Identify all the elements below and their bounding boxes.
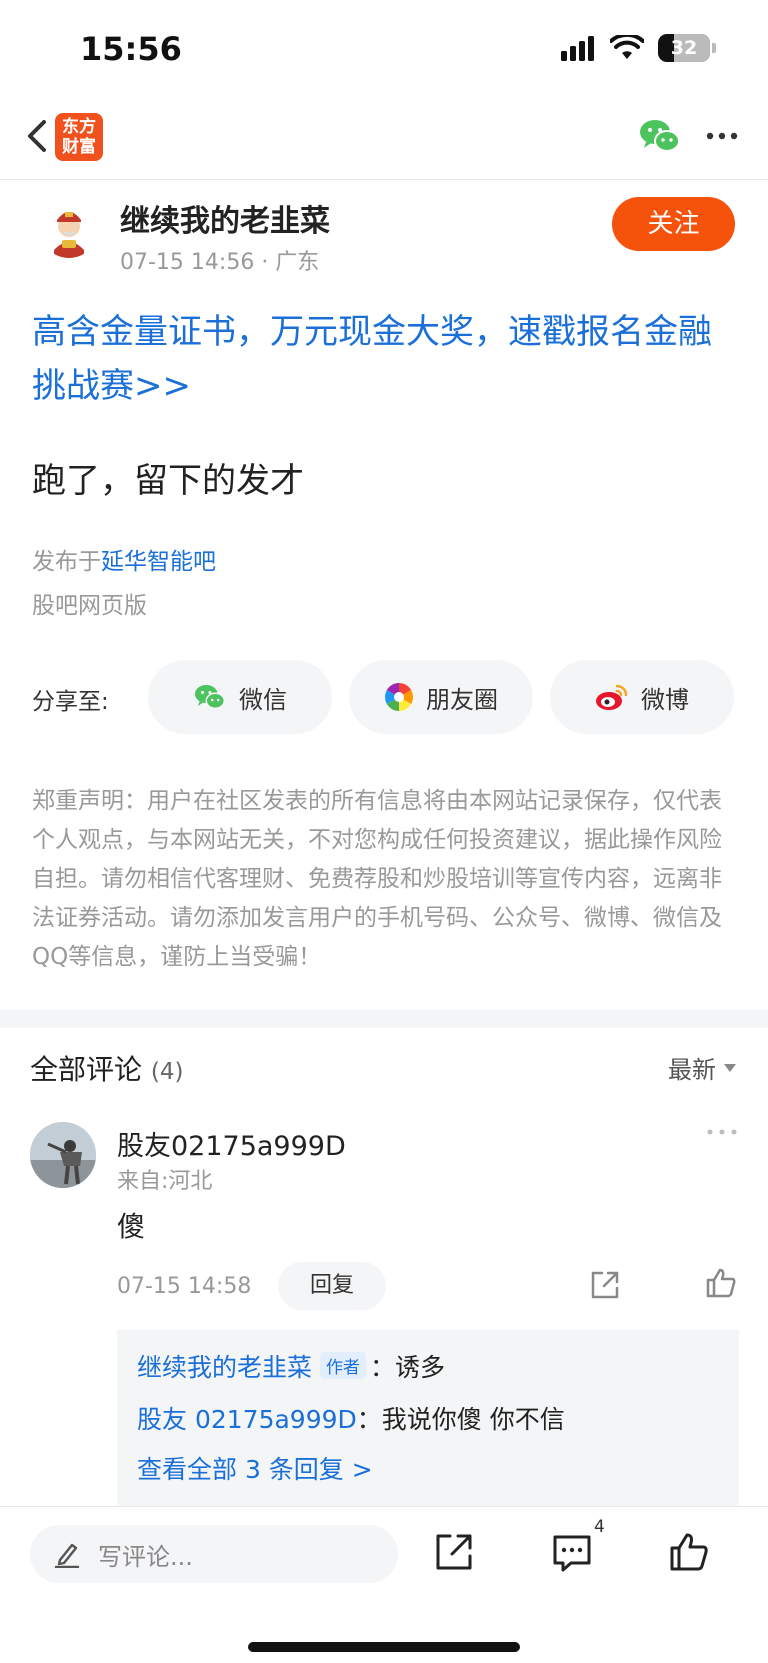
- reply-text: 诱多: [395, 1353, 446, 1382]
- home-indicator: [248, 1642, 520, 1652]
- comment-item: 股友02175a999D 来自:河北 傻 07-15 14:58 回复 继续我的…: [0, 1110, 768, 1530]
- thumbs-up-icon[interactable]: [704, 1266, 738, 1300]
- bottom-bar: 写评论... 4: [0, 1506, 768, 1663]
- battery-level: 32: [670, 37, 698, 59]
- promo-link[interactable]: 高含金量证书，万元现金大奖，速戳报名金融挑战赛>>: [32, 305, 742, 413]
- user-avatar[interactable]: [30, 1122, 96, 1188]
- author-row: 继续我的老韭菜 07-15 14:56 · 广东 关注: [0, 180, 768, 280]
- app-logo[interactable]: 东方 财富: [55, 113, 103, 161]
- reply-author-name[interactable]: 股友 02175a999D: [137, 1405, 357, 1434]
- author-avatar[interactable]: [40, 200, 98, 258]
- sort-label: 最新: [668, 1056, 716, 1084]
- reply-separator: ：: [356, 1405, 382, 1434]
- share-moments-label: 朋友圈: [426, 685, 498, 714]
- section-divider: [0, 1010, 768, 1028]
- post-meta: 07-15 14:56 · 广东: [120, 250, 320, 275]
- share-moments-button[interactable]: 朋友圈: [349, 660, 533, 734]
- share-icon[interactable]: [588, 1268, 622, 1302]
- sort-dropdown[interactable]: 最新: [668, 1050, 736, 1085]
- caret-down-icon: [724, 1063, 736, 1072]
- wechat-share-icon[interactable]: [638, 116, 682, 156]
- comment-icon[interactable]: [551, 1531, 593, 1573]
- share-weibo-label: 微博: [641, 685, 689, 714]
- wifi-icon: [610, 35, 644, 59]
- web-version-link[interactable]: 股吧网页版: [32, 586, 147, 620]
- share-wechat-button[interactable]: 微信: [148, 660, 332, 734]
- reply-line[interactable]: 股友 02175a999D：我说你傻 你不信: [137, 1400, 565, 1436]
- post-body: 跑了，留下的发才: [32, 461, 304, 501]
- back-icon[interactable]: [18, 114, 58, 158]
- comment-count-badge: 4: [594, 1517, 605, 1537]
- status-time: 15:56: [80, 30, 182, 68]
- like-icon[interactable]: [668, 1531, 710, 1573]
- forward-share-icon[interactable]: [433, 1531, 475, 1573]
- author-name[interactable]: 继续我的老韭菜: [120, 196, 330, 240]
- reply-button[interactable]: 回复: [278, 1262, 386, 1310]
- reply-separator: ：: [370, 1353, 396, 1382]
- comment-text: 傻: [117, 1210, 146, 1243]
- comments-title-text: 全部评论: [30, 1053, 143, 1086]
- nav-bar: 东方 财富: [0, 100, 768, 180]
- author-tag: 作者: [320, 1352, 367, 1379]
- replies-box: 继续我的老韭菜 作者 ：诱多 股友 02175a999D：我说你傻 你不信 查看全部…: [117, 1330, 739, 1530]
- published-in: 发布于延华智能吧: [32, 542, 216, 576]
- disclaimer: 郑重声明：用户在社区发表的所有信息将由本网站记录保存，仅代表个人观点，与本网站无…: [32, 788, 722, 970]
- weibo-icon: [596, 684, 628, 710]
- comment-input[interactable]: 写评论...: [30, 1525, 398, 1583]
- share-wechat-label: 微信: [239, 685, 287, 714]
- wechat-icon: [195, 685, 225, 709]
- status-bar: 15:56 32: [0, 0, 768, 100]
- reply-author-name[interactable]: 继续我的老韭菜: [137, 1353, 312, 1382]
- published-prefix: 发布于: [32, 549, 101, 575]
- comment-user-name[interactable]: 股友02175a999D: [117, 1124, 346, 1163]
- view-all-replies-link[interactable]: 查看全部 3 条回复 >: [137, 1450, 373, 1486]
- reply-text: 我说你傻 你不信: [381, 1405, 565, 1434]
- share-weibo-button[interactable]: 微博: [550, 660, 734, 734]
- comment-more-icon[interactable]: [706, 1126, 738, 1138]
- share-row: 分享至: 微信 朋友圈 微博: [0, 660, 768, 734]
- share-label: 分享至:: [32, 689, 109, 715]
- user-avatar-photo: [30, 1122, 96, 1188]
- more-icon[interactable]: [702, 116, 742, 156]
- comment-time: 07-15 14:58: [117, 1274, 252, 1299]
- signal-icon: [561, 36, 594, 61]
- comments-count: (4): [150, 1059, 184, 1085]
- battery-tip: [712, 43, 716, 53]
- bar-link[interactable]: 延华智能吧: [101, 549, 216, 575]
- comments-title: 全部评论 (4): [30, 1048, 184, 1088]
- comment-user-location: 来自:河北: [117, 1169, 213, 1194]
- moments-icon: [385, 683, 413, 711]
- battery-indicator: 32: [658, 34, 710, 62]
- pencil-icon: [54, 1543, 80, 1568]
- reply-line[interactable]: 继续我的老韭菜 作者 ：诱多: [137, 1348, 445, 1384]
- follow-button[interactable]: 关注: [612, 197, 735, 251]
- comments-header: 全部评论 (4) 最新: [0, 1028, 768, 1104]
- comment-input-placeholder: 写评论...: [98, 1542, 193, 1571]
- status-icons: 32: [560, 34, 716, 62]
